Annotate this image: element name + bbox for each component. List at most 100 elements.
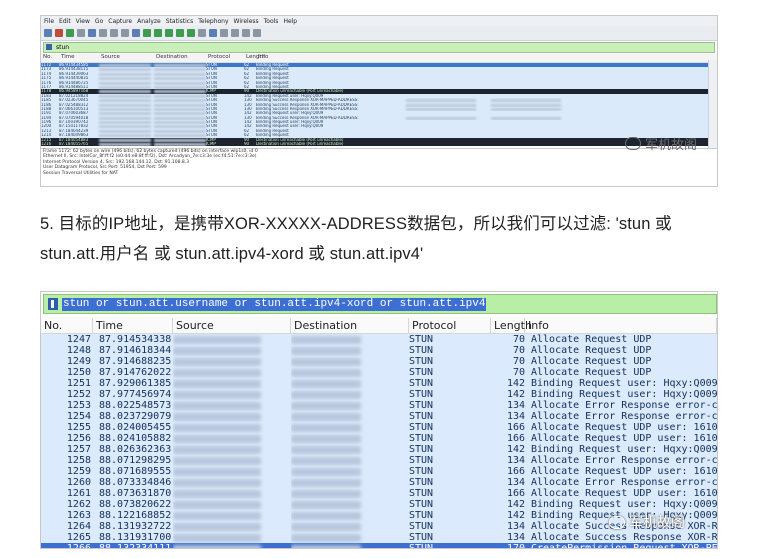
- cell-length: 166: [506, 466, 525, 477]
- table-row[interactable]: 1261 88.073631870 STUN 166 Allocate Request …: [41, 488, 717, 499]
- cell-length: 166: [506, 433, 525, 444]
- first-packet-icon[interactable]: [176, 29, 184, 37]
- table-row[interactable]: 1216 87.184055765 ICMP 90 Destination unreac…: [41, 142, 717, 147]
- reload-icon[interactable]: [121, 29, 129, 37]
- close-file-icon[interactable]: [110, 29, 118, 37]
- col-length[interactable]: Length: [246, 54, 265, 62]
- scrollbar[interactable]: [708, 60, 717, 148]
- table-row[interactable]: 1260 88.073334846 STUN 134 Allocate Error Re…: [41, 477, 717, 488]
- menu-item-wireless[interactable]: Wireless: [234, 18, 259, 25]
- cell-source: [173, 389, 291, 400]
- go-back-icon[interactable]: [143, 29, 151, 37]
- cell-no: 1262: [66, 499, 91, 510]
- packet-list: 1172 86.914434585 STUN 62 Binding Request 117…: [41, 63, 717, 147]
- cell-protocol: STUN: [409, 532, 434, 543]
- col-no[interactable]: No.: [41, 54, 61, 62]
- cell-destination: [291, 433, 409, 444]
- table-row[interactable]: 1259 88.071689555 STUN 166 Allocate Request …: [41, 466, 717, 477]
- col-info[interactable]: Info: [258, 54, 298, 62]
- col-time[interactable]: Time: [61, 54, 101, 62]
- options-icon[interactable]: [77, 29, 85, 37]
- redacted-destination: [154, 103, 206, 107]
- colorize-icon[interactable]: [209, 29, 217, 37]
- bookmark-icon[interactable]: [48, 298, 58, 310]
- restart-capture-icon[interactable]: [66, 29, 74, 37]
- menu-item-file[interactable]: File: [44, 18, 54, 25]
- col-time[interactable]: Time: [93, 318, 173, 333]
- last-packet-icon[interactable]: [187, 29, 195, 37]
- display-filter-input[interactable]: stun: [43, 42, 715, 53]
- redacted-source: [99, 134, 151, 138]
- table-row[interactable]: 1265 88.131931700 STUN 134 Allocate Success …: [41, 532, 717, 543]
- table-row[interactable]: 1258 88.071298295 STUN 134 Allocate Error Re…: [41, 455, 717, 466]
- menu-item-telephony[interactable]: Telephony: [198, 18, 228, 25]
- table-row[interactable]: 1257 88.026362363 STUN 142 Binding Request u…: [41, 444, 717, 455]
- table-row[interactable]: 1254 88.023729079 STUN 134 Allocate Error Re…: [41, 411, 717, 422]
- table-row[interactable]: 1262 88.073820622 STUN 142 Binding Request u…: [41, 499, 717, 510]
- col-protocol[interactable]: Protocol: [208, 54, 246, 62]
- go-forward-icon[interactable]: [154, 29, 162, 37]
- cell-no: 1252: [66, 389, 91, 400]
- table-row[interactable]: 1249 87.914688235 STUN 70 Allocate Request U…: [41, 356, 717, 367]
- cell-destination: [291, 466, 409, 477]
- menu-item-tools[interactable]: Tools: [264, 18, 279, 25]
- cell-source: [173, 510, 291, 521]
- table-row[interactable]: 1248 87.914618344 STUN 70 Allocate Request U…: [41, 345, 717, 356]
- col-source[interactable]: Source: [173, 318, 291, 333]
- packet-list-header: No. Time Source Destination Protocol Len…: [41, 54, 717, 63]
- col-info[interactable]: Info: [525, 318, 717, 333]
- redacted-destination: [291, 391, 361, 399]
- menu-item-help[interactable]: Help: [283, 18, 297, 25]
- cell-info: Allocate Error Response error-cod: [531, 477, 717, 488]
- menu-item-edit[interactable]: Edit: [59, 18, 71, 25]
- table-row[interactable]: 1253 88.022548573 STUN 134 Allocate Error Re…: [41, 400, 717, 411]
- redacted-source: [99, 112, 151, 116]
- col-source[interactable]: Source: [101, 54, 156, 62]
- go-to-packet-icon[interactable]: [165, 29, 173, 37]
- menu-item-capture[interactable]: Capture: [108, 18, 132, 25]
- cell-protocol: STUN: [409, 389, 434, 400]
- col-protocol[interactable]: Protocol: [409, 318, 491, 333]
- cell-source: [173, 422, 291, 433]
- zoom-out-icon[interactable]: [231, 29, 239, 37]
- col-destination[interactable]: Destination: [156, 54, 208, 62]
- save-file-icon[interactable]: [99, 29, 107, 37]
- table-row[interactable]: 1251 87.929061385 STUN 142 Binding Request u…: [41, 378, 717, 389]
- stop-capture-icon[interactable]: [55, 29, 63, 37]
- menu-item-view[interactable]: View: [76, 18, 90, 25]
- redacted-destination: [154, 138, 206, 142]
- zoom-in-icon[interactable]: [220, 29, 228, 37]
- col-no[interactable]: No.: [41, 318, 93, 333]
- detail-line[interactable]: Session Traversal Utilities for NAT: [43, 171, 717, 176]
- cell-destination: [291, 455, 409, 466]
- cell-time: 88.131932722: [99, 521, 172, 532]
- cell-protocol: STUN: [409, 422, 434, 433]
- cell-no: 1265: [66, 532, 91, 543]
- redacted-destination: [154, 112, 206, 116]
- table-row[interactable]: 1252 87.977456974 STUN 142 Binding Request u…: [41, 389, 717, 400]
- col-destination[interactable]: Destination: [291, 318, 409, 333]
- cell-length: 134: [506, 400, 525, 411]
- table-row[interactable]: 1247 87.914534338 STUN 70 Allocate Request U…: [41, 334, 717, 345]
- shark-fin-icon[interactable]: [44, 29, 52, 37]
- search-icon[interactable]: [132, 29, 140, 37]
- menu-item-analyze[interactable]: Analyze: [137, 18, 161, 25]
- table-row[interactable]: 1255 88.024005455 STUN 166 Allocate Request …: [41, 422, 717, 433]
- redacted-address: [491, 107, 561, 111]
- resize-columns-icon[interactable]: [253, 29, 261, 37]
- table-row[interactable]: 1266 88.132334111 STUN 170 CreatePermission …: [41, 543, 717, 548]
- display-filter-bar[interactable]: stun or stun.att.username or stun.att.ip…: [43, 294, 717, 314]
- table-row[interactable]: 1256 88.024105882 STUN 166 Allocate Request …: [41, 433, 717, 444]
- open-file-icon[interactable]: [88, 29, 96, 37]
- cell-destination: [291, 411, 409, 422]
- cell-info: Allocate Request UDP user: 161099: [531, 466, 717, 477]
- menu-item-go[interactable]: Go: [95, 18, 103, 25]
- cell-no: 1216: [41, 142, 52, 147]
- table-row[interactable]: 1250 87.914762022 STUN 70 Allocate Request U…: [41, 367, 717, 378]
- zoom-normal-icon[interactable]: [242, 29, 250, 37]
- cell-protocol: STUN: [409, 466, 434, 477]
- display-filter-input[interactable]: stun or stun.att.username or stun.att.ip…: [62, 297, 487, 311]
- col-length[interactable]: Length: [491, 318, 532, 333]
- menu-item-statistics[interactable]: Statistics: [166, 18, 193, 25]
- autoscroll-icon[interactable]: [198, 29, 206, 37]
